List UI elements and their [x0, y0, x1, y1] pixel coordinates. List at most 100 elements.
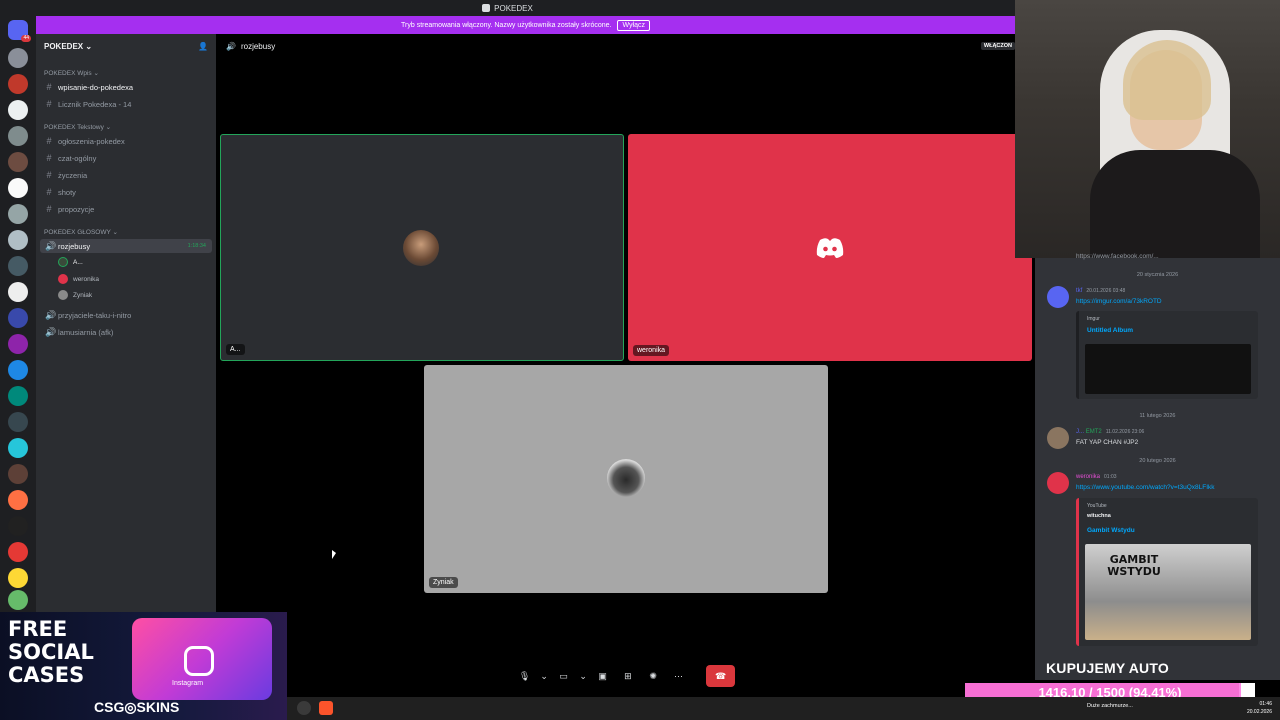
- embed-provider: Imgur: [1087, 316, 1100, 322]
- server-icon[interactable]: [8, 256, 28, 276]
- server-icon[interactable]: [8, 590, 28, 610]
- direct-messages-icon[interactable]: 44: [8, 20, 31, 42]
- chat-panel: https://www.facebook.com/... 20 stycznia…: [1035, 253, 1280, 680]
- participant-tile[interactable]: A...: [220, 134, 624, 361]
- channel-sidebar: POKEDEX ⌄ 👤 POKEDEX Wpis ⌄ # wpisanie-do-…: [36, 34, 216, 612]
- server-rail: 44: [0, 16, 36, 612]
- avatar: [1047, 472, 1069, 494]
- channel-ogloszenia[interactable]: # ogłoszenia-pokedex: [40, 134, 212, 148]
- ad-banner[interactable]: Instagram FREE SOCIAL CASES CSG◎SKINS: [0, 612, 287, 720]
- message-author[interactable]: tkf 20.01.2026 03:48: [1076, 288, 1125, 294]
- app-icon[interactable]: [297, 701, 311, 715]
- avatar: [403, 230, 439, 266]
- server-icon[interactable]: [8, 308, 28, 328]
- stream-goal-title: KUPUJEMY AUTO: [1046, 660, 1169, 676]
- system-clock[interactable]: 01:46 20.02.2026: [1247, 700, 1272, 716]
- voice-channel-rozjebusy[interactable]: 🔊 rozjebusy 1:18:34: [40, 239, 212, 253]
- message-author[interactable]: weronika 01:03: [1076, 474, 1117, 480]
- server-header[interactable]: POKEDEX ⌄ 👤: [36, 34, 216, 58]
- voice-channel-lamusiarnia[interactable]: 🔊 lamusiarnia (afk): [40, 325, 212, 339]
- participant-tile[interactable]: weronika: [628, 134, 1032, 361]
- voice-header: 🔊 rozjebusy WŁĄCZON: [216, 34, 1015, 58]
- date-separator: 11 lutego 2026: [1139, 413, 1176, 419]
- server-icon[interactable]: [8, 438, 28, 458]
- more-options-icon[interactable]: ⋯: [669, 666, 688, 686]
- server-icon[interactable]: [8, 178, 28, 198]
- voice-user[interactable]: weronika: [58, 272, 99, 286]
- channel-czat[interactable]: # czat-ogólny: [40, 151, 212, 165]
- voice-channel-title: rozjebusy: [240, 41, 276, 51]
- hash-icon: #: [46, 136, 52, 146]
- category-label[interactable]: POKEDEX Wpis ⌄: [44, 69, 99, 77]
- server-icon[interactable]: [8, 230, 28, 250]
- video-thumbnail[interactable]: GAMBIT WSTYDU: [1085, 544, 1251, 640]
- server-icon[interactable]: [8, 152, 28, 172]
- participant-name: weronika: [633, 345, 670, 356]
- message-link[interactable]: https://imgur.com/a/73kROTD: [1076, 298, 1162, 305]
- screen-share-icon[interactable]: ▣: [593, 666, 612, 686]
- channel-zyczenia[interactable]: # życzenia: [40, 168, 212, 182]
- embed-title[interactable]: Untitled Album: [1087, 327, 1133, 334]
- server-icon[interactable]: [8, 74, 28, 94]
- avatar: [58, 274, 68, 284]
- server-icon[interactable]: [8, 568, 28, 588]
- chevron-down-icon[interactable]: ⌄: [540, 666, 548, 686]
- sweater-shape: [1090, 150, 1260, 258]
- hash-icon: #: [46, 187, 52, 197]
- youtube-embed: YouTube wituchna Gambit Wstydu GAMBIT WS…: [1076, 498, 1258, 646]
- embed-image[interactable]: [1085, 344, 1251, 394]
- window-title: POKEDEX: [494, 3, 533, 13]
- chevron-down-icon: ⌄: [85, 41, 93, 51]
- camera-icon[interactable]: ▭: [554, 666, 573, 686]
- voice-user[interactable]: Zyniak: [58, 288, 92, 302]
- embed-author[interactable]: wituchna: [1087, 513, 1111, 519]
- channel-shoty[interactable]: # shoty: [40, 185, 212, 199]
- category-label[interactable]: POKEDEX Tekstowy ⌄: [44, 123, 111, 131]
- server-icon[interactable]: [8, 360, 28, 380]
- taskbar: Duże zachmurze... 01:46 20.02.2026: [287, 697, 1280, 720]
- disconnect-button[interactable]: ☎: [706, 665, 736, 687]
- server-icon[interactable]: [8, 386, 28, 406]
- voice-user[interactable]: A...: [58, 255, 83, 269]
- embed-provider: YouTube: [1087, 503, 1107, 509]
- channel-propozycje[interactable]: # propozycje: [40, 202, 212, 216]
- server-icon[interactable]: [8, 516, 28, 536]
- server-icon[interactable]: [8, 100, 28, 120]
- live-badge: WŁĄCZON: [980, 42, 1015, 50]
- add-member-icon[interactable]: 👤: [198, 42, 208, 51]
- hash-icon: #: [46, 204, 52, 214]
- category-label[interactable]: POKEDEX GŁOSOWY ⌄: [44, 228, 118, 236]
- server-icon[interactable]: [8, 204, 28, 224]
- hash-icon: #: [46, 153, 52, 163]
- message-link[interactable]: https://www.youtube.com/watch?v=t3uQx8LF…: [1076, 484, 1215, 491]
- voice-channel-przyjaciele[interactable]: 🔊 przyjaciele-taku-i-nitro: [40, 308, 212, 322]
- channel-wpisanie[interactable]: # wpisanie-do-pokedexa: [40, 80, 212, 94]
- disable-streamer-mode-button[interactable]: Wyłącz: [617, 19, 650, 31]
- activities-icon[interactable]: ⊞: [618, 666, 637, 686]
- server-icon[interactable]: [8, 412, 28, 432]
- participant-name: A...: [226, 344, 245, 355]
- chat-truncated-line: https://www.facebook.com/...: [1076, 253, 1159, 260]
- server-icon[interactable]: [8, 48, 28, 68]
- server-icon[interactable]: [8, 490, 28, 510]
- server-icon[interactable]: [8, 542, 28, 562]
- embed-title[interactable]: Gambit Wstydu: [1087, 527, 1135, 534]
- hash-icon: #: [46, 99, 52, 109]
- avatar: [1047, 286, 1069, 308]
- participant-tile[interactable]: Zyniak: [424, 365, 828, 593]
- server-icon[interactable]: [8, 464, 28, 484]
- server-icon[interactable]: [8, 282, 28, 302]
- brave-browser-icon[interactable]: [319, 701, 333, 715]
- soundboard-icon[interactable]: ✺: [644, 666, 663, 686]
- avatar: [1047, 427, 1069, 449]
- message-author[interactable]: J... EMT2 11.02.2026 23:06: [1076, 429, 1144, 435]
- microphone-icon[interactable]: 🎙: [515, 666, 534, 686]
- channel-licznik[interactable]: # Licznik Pokedexa - 14: [40, 97, 212, 111]
- dm-badge: 44: [21, 35, 31, 42]
- server-icon[interactable]: [8, 334, 28, 354]
- weather-widget[interactable]: Duże zachmurze...: [1087, 703, 1133, 709]
- chevron-down-icon[interactable]: ⌄: [579, 666, 587, 686]
- server-icon[interactable]: [8, 126, 28, 146]
- speaker-icon: 🔊: [45, 240, 57, 251]
- window-titlebar: POKEDEX: [0, 0, 1015, 16]
